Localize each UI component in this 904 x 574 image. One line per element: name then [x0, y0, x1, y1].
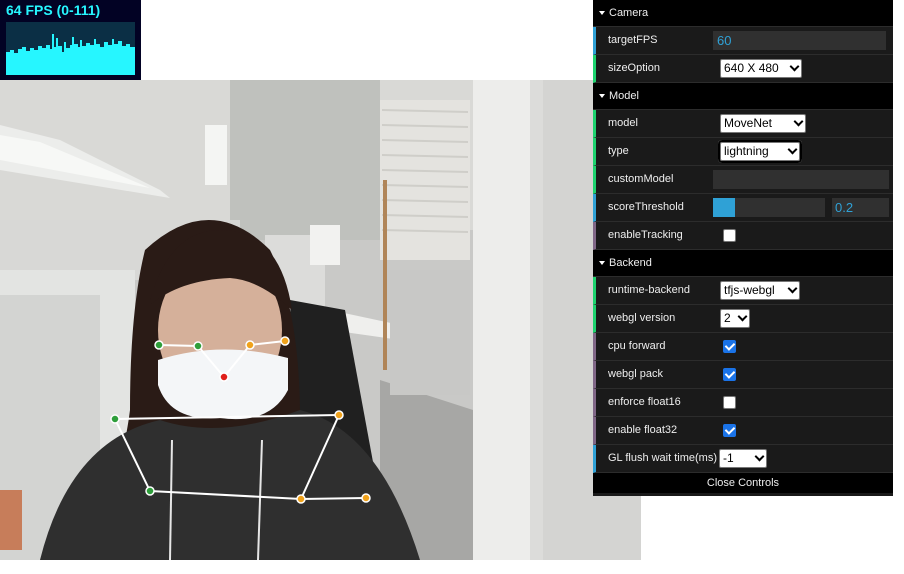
custom-model-input[interactable]: [713, 170, 889, 189]
model-value: MoveNet: [724, 116, 773, 130]
score-threshold-input[interactable]: 0.2: [832, 198, 889, 217]
folder-camera-title: Camera: [609, 7, 649, 19]
folder-backend[interactable]: Backend: [593, 250, 893, 277]
chevron-down-icon: [737, 311, 748, 322]
chevron-down-icon: [754, 451, 765, 462]
camera-frame: [0, 80, 641, 560]
row-enable-float32: enable float32: [593, 417, 893, 445]
gl-flush-label: GL flush wait time(ms): [608, 452, 718, 464]
score-threshold-label: scoreThreshold: [608, 201, 684, 213]
runtime-backend-select[interactable]: tfjs-webgl: [720, 281, 800, 300]
fps-graph: [6, 22, 135, 75]
target-fps-label: targetFPS: [608, 34, 658, 46]
size-option-select[interactable]: 640 X 480: [720, 59, 802, 78]
model-select[interactable]: MoveNet: [720, 114, 806, 133]
custom-model-label: customModel: [608, 173, 674, 185]
chevron-down-icon: [793, 116, 804, 127]
type-select[interactable]: lightning: [718, 140, 802, 163]
row-target-fps: targetFPS 60: [593, 27, 893, 55]
row-webgl-version: webgl version 2: [593, 305, 893, 333]
fps-stats-panel[interactable]: 64 FPS (0-111): [0, 0, 141, 80]
folder-model-title: Model: [609, 90, 639, 102]
enforce-float16-label: enforce float16: [608, 396, 681, 408]
folder-caret-icon: [599, 11, 605, 15]
folder-caret-icon: [599, 94, 605, 98]
enable-float32-label: enable float32: [608, 424, 678, 436]
enable-float32-checkbox[interactable]: [723, 424, 736, 437]
webgl-pack-label: webgl pack: [608, 368, 664, 380]
chevron-down-icon: [789, 61, 800, 72]
size-option-label: sizeOption: [608, 62, 660, 74]
enable-tracking-label: enableTracking: [608, 229, 683, 241]
model-label: model: [608, 117, 638, 129]
webgl-version-value: 2: [724, 311, 731, 325]
row-cpu-forward: cpu forward: [593, 333, 893, 361]
webgl-version-label: webgl version: [608, 312, 676, 324]
cpu-forward-checkbox[interactable]: [723, 340, 736, 353]
chevron-down-icon: [787, 283, 798, 294]
close-controls-button[interactable]: Close Controls: [593, 473, 893, 493]
folder-model[interactable]: Model: [593, 83, 893, 110]
fps-text: 64 FPS (0-111): [6, 2, 101, 18]
row-runtime-backend: runtime-backend tfjs-webgl: [593, 277, 893, 305]
row-type: type lightning: [593, 138, 893, 166]
row-enforce-float16: enforce float16: [593, 389, 893, 417]
chevron-down-icon: [787, 144, 798, 155]
score-threshold-slider[interactable]: [713, 198, 825, 217]
row-size-option: sizeOption 640 X 480: [593, 55, 893, 83]
controls-panel: Camera targetFPS 60 sizeOption 640 X 480…: [593, 0, 893, 496]
fps-graph-bars: [6, 34, 135, 75]
row-model: model MoveNet: [593, 110, 893, 138]
camera-canvas[interactable]: [0, 80, 641, 560]
row-custom-model: customModel: [593, 166, 893, 194]
type-value: lightning: [724, 144, 769, 158]
size-option-value: 640 X 480: [724, 61, 779, 75]
row-enable-tracking: enableTracking: [593, 222, 893, 250]
row-gl-flush: GL flush wait time(ms) -1: [593, 445, 893, 473]
webgl-pack-checkbox[interactable]: [723, 368, 736, 381]
gl-flush-value: -1: [723, 451, 734, 465]
row-score-threshold: scoreThreshold 0.2: [593, 194, 893, 222]
folder-caret-icon: [599, 261, 605, 265]
runtime-backend-label: runtime-backend: [608, 284, 690, 296]
type-label: type: [608, 145, 629, 157]
score-threshold-fill: [713, 198, 736, 217]
enforce-float16-checkbox[interactable]: [723, 396, 736, 409]
runtime-backend-value: tfjs-webgl: [724, 283, 775, 297]
enable-tracking-checkbox[interactable]: [723, 229, 736, 242]
target-fps-input[interactable]: 60: [713, 31, 886, 50]
folder-backend-title: Backend: [609, 257, 652, 269]
row-webgl-pack: webgl pack: [593, 361, 893, 389]
gl-flush-select[interactable]: -1: [719, 449, 767, 468]
folder-camera[interactable]: Camera: [593, 0, 893, 27]
webgl-version-select[interactable]: 2: [720, 309, 750, 328]
cpu-forward-label: cpu forward: [608, 340, 666, 352]
